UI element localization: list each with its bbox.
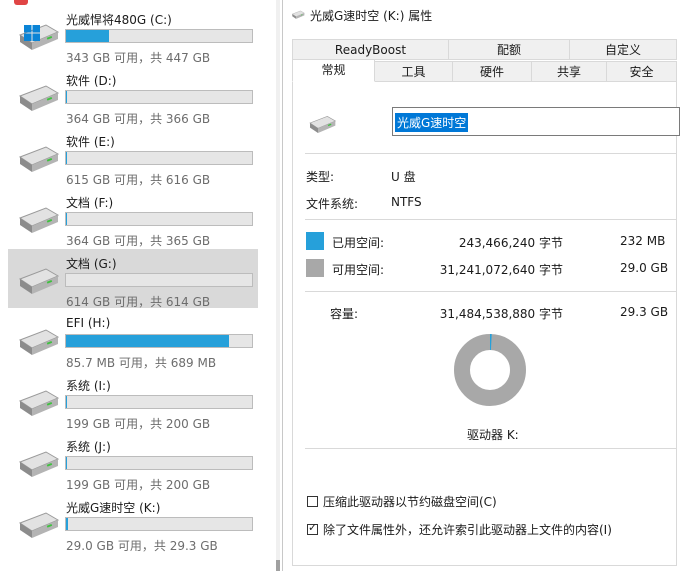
drive-name: 光威悍将480G (C:) bbox=[66, 13, 172, 27]
volume-name-value: 光威G速时空 bbox=[395, 113, 469, 132]
drive-space-text: 615 GB 可用，共 616 GB bbox=[66, 173, 211, 187]
drive-space-text: 614 GB 可用，共 614 GB bbox=[66, 295, 211, 309]
drive-item-e[interactable]: 软件 (E:) 615 GB 可用，共 616 GB bbox=[8, 127, 258, 187]
free-space-swatch bbox=[306, 259, 324, 277]
drive-name: 文档 (G:) bbox=[66, 257, 117, 271]
capacity-size: 29.3 GB bbox=[620, 305, 669, 319]
volume-name-field[interactable]: 光威G速时空 bbox=[392, 107, 680, 136]
drive-item-f[interactable]: 文档 (F:) 364 GB 可用，共 365 GB bbox=[8, 188, 258, 248]
tab-readyboost[interactable]: ReadyBoost bbox=[292, 39, 449, 60]
drive-name: 文档 (F:) bbox=[66, 196, 114, 210]
divider bbox=[305, 291, 676, 292]
used-space-label: 已用空间: bbox=[332, 236, 385, 250]
drive-name: 系统 (J:) bbox=[66, 440, 111, 454]
free-space-ring bbox=[454, 334, 526, 406]
drive-usage-bar bbox=[65, 395, 253, 409]
drive-icon bbox=[16, 267, 60, 297]
drive-usage-bar bbox=[65, 29, 253, 43]
divider bbox=[305, 153, 676, 154]
free-space-label: 可用空间: bbox=[332, 263, 385, 277]
drive-icon bbox=[16, 206, 60, 236]
free-space-bytes: 31,241,072,640 字节 bbox=[439, 263, 563, 277]
divider bbox=[305, 448, 676, 449]
drive-usage-bar bbox=[65, 517, 253, 531]
capacity-bytes: 31,484,538,880 字节 bbox=[439, 307, 563, 321]
divider bbox=[305, 219, 676, 220]
drive-icon bbox=[16, 511, 60, 541]
tab-tools[interactable]: 工具 bbox=[374, 61, 453, 82]
compress-drive-label[interactable]: 压缩此驱动器以节约磁盘空间(C) bbox=[323, 493, 497, 510]
allow-indexing-label[interactable]: 除了文件属性外，还允许索引此驱动器上文件的内容(I) bbox=[323, 521, 612, 538]
window-title: 光威G速时空 (K:) 属性 bbox=[310, 9, 433, 23]
drive-icon bbox=[307, 115, 337, 135]
drive-icon bbox=[16, 450, 60, 480]
drive-icon bbox=[291, 10, 305, 20]
drive-item-h[interactable]: EFI (H:) 85.7 MB 可用，共 689 MB bbox=[8, 310, 258, 370]
drive-item-c[interactable]: 光威悍将480G (C:) 343 GB 可用，共 447 GB bbox=[8, 5, 258, 65]
vertical-scrollbar[interactable] bbox=[276, 0, 280, 571]
used-space-bytes: 243,466,240 字节 bbox=[458, 236, 563, 250]
type-value: U 盘 bbox=[391, 170, 416, 184]
drive-icon bbox=[16, 328, 60, 358]
tab-customize[interactable]: 自定义 bbox=[569, 39, 677, 60]
used-space-size: 232 MB bbox=[620, 234, 666, 248]
drive-letter-label: 驱动器 K: bbox=[467, 428, 519, 442]
drive-item-g[interactable]: 文档 (G:) 614 GB 可用，共 614 GB bbox=[8, 249, 258, 309]
drive-list-pane: 光威悍将480G (C:) 343 GB 可用，共 447 GB 软件 (D:)… bbox=[0, 0, 262, 571]
filesystem-value: NTFS bbox=[391, 195, 422, 209]
drive-item-i[interactable]: 系统 (I:) 199 GB 可用，共 200 GB bbox=[8, 371, 258, 431]
drive-usage-bar bbox=[65, 90, 253, 104]
drive-usage-bar bbox=[65, 456, 253, 470]
tab-general[interactable]: 常规 bbox=[292, 59, 375, 82]
drive-name: EFI (H:) bbox=[66, 316, 111, 330]
tab-quota[interactable]: 配额 bbox=[448, 39, 570, 60]
drive-space-text: 29.0 GB 可用，共 29.3 GB bbox=[66, 539, 218, 553]
drive-item-d[interactable]: 软件 (D:) 364 GB 可用，共 366 GB bbox=[8, 66, 258, 126]
type-label: 类型: bbox=[306, 170, 335, 184]
drive-usage-bar bbox=[65, 273, 253, 287]
compress-drive-checkbox[interactable] bbox=[307, 496, 318, 507]
drive-space-text: 364 GB 可用，共 366 GB bbox=[66, 112, 211, 126]
drive-usage-bar bbox=[65, 151, 253, 165]
tab-hardware[interactable]: 硬件 bbox=[452, 61, 532, 82]
title-bar[interactable]: 光威G速时空 (K:) 属性 bbox=[283, 0, 685, 30]
drive-space-text: 85.7 MB 可用，共 689 MB bbox=[66, 356, 217, 370]
drive-name: 系统 (I:) bbox=[66, 379, 111, 393]
drive-space-text: 364 GB 可用，共 365 GB bbox=[66, 234, 211, 248]
properties-dialog: 光威G速时空 (K:) 属性 ReadyBoost 配额 自定义 常规 工具 硬… bbox=[282, 0, 685, 571]
capacity-label: 容量: bbox=[330, 307, 359, 321]
drive-space-text: 199 GB 可用，共 200 GB bbox=[66, 417, 211, 431]
drive-item-j[interactable]: 系统 (J:) 199 GB 可用，共 200 GB bbox=[8, 432, 258, 492]
tab-security[interactable]: 安全 bbox=[606, 61, 677, 82]
drive-usage-bar bbox=[65, 212, 253, 226]
used-space-swatch bbox=[306, 232, 324, 250]
disk-usage-donut-chart bbox=[454, 334, 526, 406]
filesystem-label: 文件系统: bbox=[306, 197, 359, 211]
drive-space-text: 343 GB 可用，共 447 GB bbox=[66, 51, 211, 65]
drive-usage-bar bbox=[65, 334, 253, 348]
scrollbar-thumb[interactable] bbox=[276, 560, 280, 571]
drive-name: 软件 (E:) bbox=[66, 135, 115, 149]
drive-icon bbox=[16, 84, 60, 114]
drive-icon bbox=[16, 145, 60, 175]
windows-drive-icon bbox=[16, 23, 60, 53]
drive-name: 软件 (D:) bbox=[66, 74, 117, 88]
free-space-size: 29.0 GB bbox=[620, 261, 669, 275]
allow-indexing-checkbox[interactable] bbox=[307, 521, 318, 535]
drive-space-text: 199 GB 可用，共 200 GB bbox=[66, 478, 211, 492]
drive-icon bbox=[16, 389, 60, 419]
tab-sharing[interactable]: 共享 bbox=[531, 61, 607, 82]
drive-item-k[interactable]: 光威G速时空 (K:) 29.0 GB 可用，共 29.3 GB bbox=[8, 493, 258, 553]
drive-name: 光威G速时空 (K:) bbox=[66, 501, 161, 515]
